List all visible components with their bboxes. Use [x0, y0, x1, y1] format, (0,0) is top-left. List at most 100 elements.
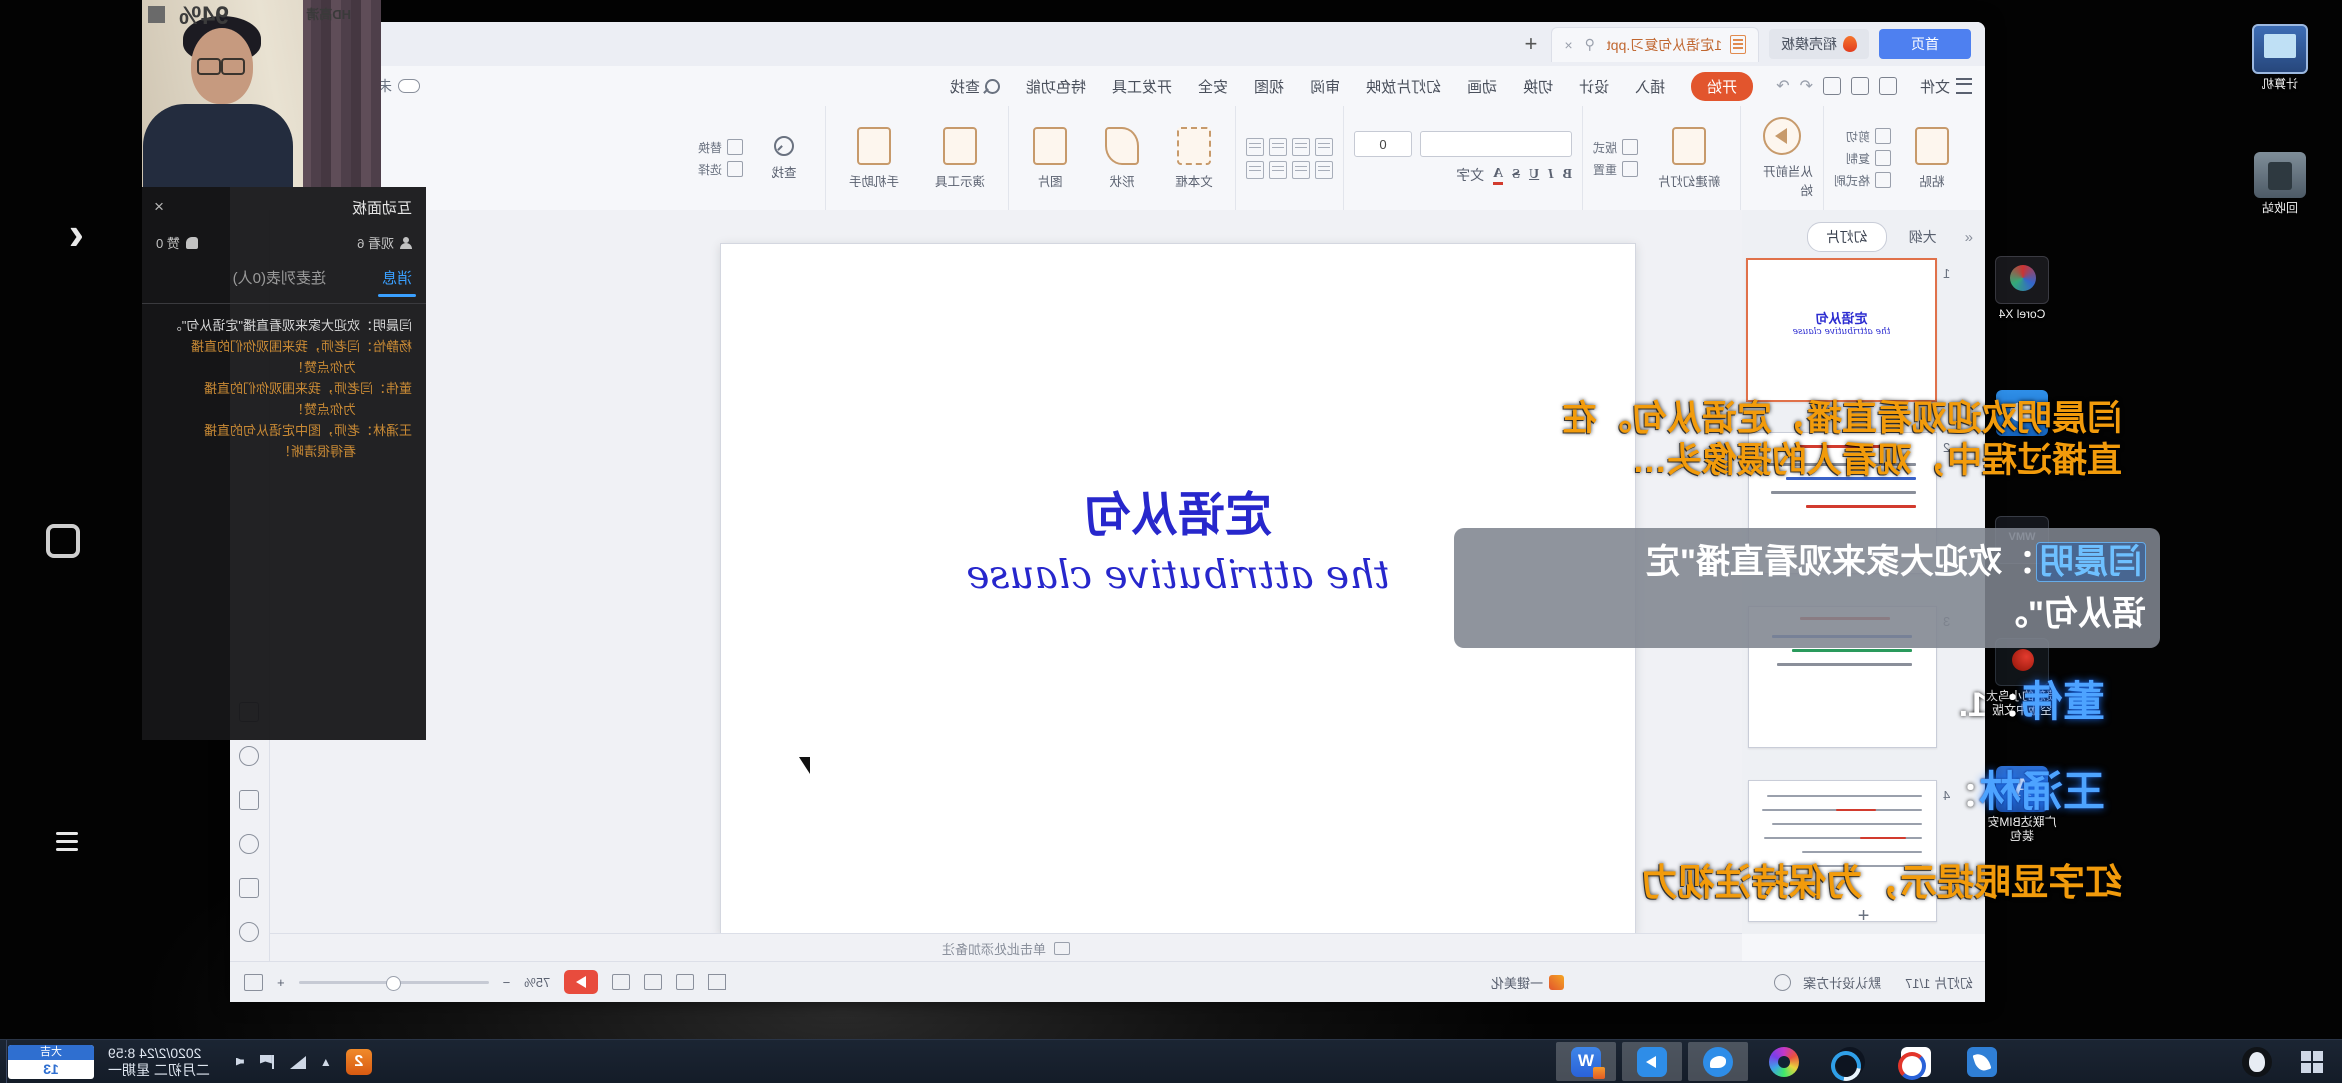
layout-pane-icon[interactable] — [240, 878, 260, 898]
normal-view-icon[interactable] — [676, 974, 694, 990]
action-center-flag-icon[interactable] — [258, 1055, 274, 1069]
slide-thumbnail-1[interactable]: 定语从句 the attributive clause — [1746, 258, 1937, 402]
menu-view[interactable]: 视图 — [1254, 76, 1284, 97]
italic-button[interactable]: I — [1548, 167, 1553, 183]
volume-icon[interactable] — [224, 1054, 244, 1070]
animation-pane-icon[interactable] — [240, 746, 260, 766]
zoom-in-button[interactable]: + — [277, 975, 285, 990]
tab-mic-list[interactable]: 连麦列表(0人) — [233, 267, 326, 288]
taskbar-clock[interactable]: 2020/2/24 8:59 二月初二 星期一 — [108, 1045, 210, 1079]
color-pane-icon[interactable] — [240, 834, 260, 854]
menu-review[interactable]: 审阅 — [1310, 76, 1340, 97]
underline-button[interactable]: U — [1529, 167, 1539, 183]
fit-slide-icon[interactable] — [244, 974, 263, 991]
alignment-buttons[interactable] — [1246, 138, 1333, 179]
taskbar-sogou-browser[interactable] — [1820, 1042, 1880, 1081]
new-slide-button[interactable]: 新建幻灯片 — [1648, 127, 1730, 190]
layout-button[interactable]: 版式 — [1593, 139, 1638, 156]
picture-button[interactable]: 图片 — [1019, 127, 1081, 190]
new-tab-button[interactable]: + — [1525, 31, 1538, 57]
like-icon[interactable] — [186, 237, 198, 249]
docer-templates-tab[interactable]: 稻壳模板 — [1769, 29, 1869, 59]
paste-button[interactable]: 粘贴 — [1901, 127, 1963, 190]
menu-features[interactable]: 特色功能 — [1026, 76, 1086, 97]
menu-start-tab[interactable]: 开始 — [1691, 72, 1753, 101]
strikethrough-button[interactable]: S — [1512, 167, 1520, 183]
present-tools-button[interactable]: 演示工具 — [922, 127, 998, 190]
start-button[interactable] — [2292, 1048, 2332, 1076]
zoom-percent[interactable]: 75% — [524, 975, 550, 990]
shapes-button[interactable]: 形状 — [1091, 127, 1153, 190]
tab-slides[interactable]: 幻灯片 — [1807, 222, 1887, 252]
redo-icon[interactable]: ↷ — [1776, 76, 1789, 96]
font-name-combobox[interactable] — [1420, 131, 1572, 157]
document-tab[interactable]: 1定语从句复习.ppt ⚲ × — [1551, 27, 1759, 62]
network-icon[interactable] — [288, 1055, 306, 1069]
cut-button[interactable]: 剪切 — [1834, 128, 1891, 145]
show-desktop-button[interactable] — [0, 1040, 7, 1083]
edge-menu-bars-icon[interactable] — [56, 832, 78, 856]
play-from-current-button[interactable]: 从当前开始 — [1751, 117, 1813, 199]
reading-view-icon[interactable] — [612, 974, 630, 990]
taskbar-meeting-app[interactable] — [1886, 1042, 1946, 1081]
close-panel-icon[interactable]: × — [154, 197, 164, 218]
zoom-slider[interactable] — [299, 981, 489, 984]
taskbar-color-browser[interactable] — [1754, 1042, 1814, 1081]
select-button[interactable]: 选择 — [698, 161, 743, 178]
desktop-icon-computer[interactable]: 计算机 — [2232, 24, 2328, 91]
notes-toggle-icon[interactable] — [708, 974, 726, 990]
add-slide-button[interactable]: + — [1742, 905, 1985, 928]
notes-bar[interactable]: 单击此处添加备注 — [270, 933, 1742, 962]
bold-button[interactable]: B — [1563, 167, 1572, 183]
document-tab-close-icon[interactable]: × — [1564, 37, 1572, 53]
slide-sorter-icon[interactable] — [644, 974, 662, 990]
taskbar-feather-app[interactable] — [1952, 1042, 2012, 1081]
taskbar-dingtalk[interactable] — [1688, 1042, 1748, 1081]
reset-button[interactable]: 重置 — [1593, 161, 1638, 178]
edge-ring-widget-icon[interactable] — [46, 524, 80, 558]
taskbar-video-app[interactable] — [1622, 1042, 1682, 1081]
beautify-button[interactable]: 一键美化 — [1491, 973, 1564, 992]
taskbar-qq-icon[interactable] — [2242, 1047, 2272, 1077]
tab-messages[interactable]: 消息 — [382, 267, 412, 288]
tab-outline[interactable]: 大纲 — [1909, 227, 1937, 247]
phone-helper-button[interactable]: 手机助手 — [836, 127, 912, 190]
copy-button[interactable]: 复制 — [1834, 150, 1891, 167]
textbox-button[interactable]: 文本框 — [1163, 127, 1225, 190]
menu-animation[interactable]: 动画 — [1467, 76, 1497, 97]
menu-developer[interactable]: 开发工具 — [1112, 76, 1172, 97]
menu-security[interactable]: 安全 — [1198, 76, 1228, 97]
menu-design[interactable]: 设计 — [1579, 76, 1609, 97]
save-icon[interactable] — [1879, 77, 1897, 95]
tray-orange-badge-icon[interactable]: 2 — [346, 1049, 372, 1075]
shortcut-gear-icon[interactable] — [1774, 974, 1791, 991]
pin-icon[interactable]: ⚲ — [1585, 36, 1595, 53]
menu-slideshow[interactable]: 幻灯片放映 — [1366, 76, 1441, 97]
theme-name[interactable]: 默认设计方案 — [1803, 973, 1881, 992]
replace-button[interactable]: 替换 — [698, 139, 743, 156]
chat-message-list[interactable]: 闫晨明：欢迎大家来观看直播"定语从句"。 杨静怡：闫老师，我来围观你们的直播 为… — [152, 315, 412, 462]
text-tool-button[interactable]: 文字 — [1456, 165, 1484, 185]
undo-icon[interactable]: ↶ — [1800, 76, 1813, 96]
font-size-combobox[interactable]: 0 — [1354, 131, 1412, 157]
refresh-pane-icon[interactable] — [240, 922, 260, 942]
hidden-icons-arrow[interactable]: ▲ — [320, 1055, 332, 1069]
calendar-tray-widget[interactable]: 大吉 13 — [8, 1045, 94, 1079]
desktop-icon-recycle-bin[interactable]: 回收站 — [2232, 152, 2328, 215]
format-painter-button[interactable]: 格式刷 — [1834, 172, 1891, 189]
menu-transition[interactable]: 切换 — [1523, 76, 1553, 97]
preview-icon[interactable] — [1823, 77, 1841, 95]
edge-collapse-chevron-icon[interactable]: ‹ — [69, 206, 84, 260]
find-button[interactable]: 查找 — [753, 136, 815, 181]
taskbar-wps[interactable] — [1556, 1042, 1616, 1081]
desktop-icon-corel[interactable]: Corel X4 — [1974, 256, 2070, 321]
image-pane-icon[interactable] — [240, 790, 260, 810]
play-slideshow-button[interactable] — [564, 970, 598, 994]
menu-find[interactable]: 查找 — [950, 76, 1000, 97]
print-icon[interactable] — [1851, 77, 1869, 95]
zoom-slider-knob[interactable] — [386, 976, 401, 991]
menu-file[interactable]: 文件 — [1920, 76, 1972, 97]
font-color-button[interactable]: A — [1493, 166, 1503, 185]
home-tab[interactable]: 首页 — [1879, 29, 1971, 59]
menu-insert[interactable]: 插入 — [1635, 76, 1665, 97]
